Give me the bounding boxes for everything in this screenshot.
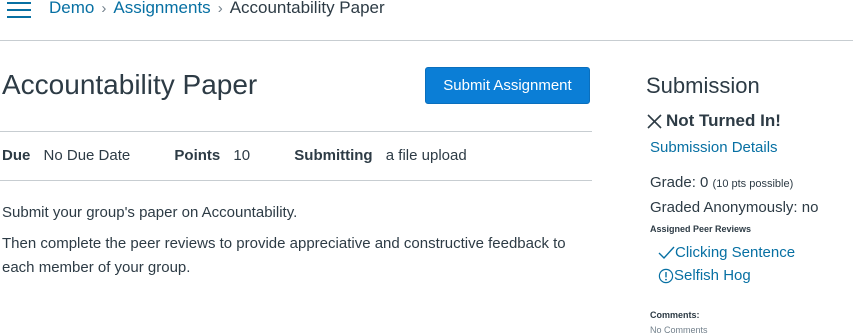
details-top-divider xyxy=(0,131,592,132)
breadcrumb-separator-icon: › xyxy=(217,0,223,17)
assignment-description: Submit your group's paper on Accountabil… xyxy=(2,201,602,287)
submission-details-link[interactable]: Submission Details xyxy=(650,138,853,158)
close-icon xyxy=(647,113,662,129)
checkmark-icon xyxy=(658,246,675,259)
due-label: Due xyxy=(2,147,31,164)
submit-assignment-button[interactable]: Submit Assignment xyxy=(425,67,590,104)
grade-line: Grade: 0 (10 pts possible) xyxy=(650,173,853,194)
peer-reviews-list: Clicking Sentence Selfish Hog xyxy=(658,241,853,287)
peer-review-link[interactable]: Selfish Hog xyxy=(674,264,751,287)
peer-review-link[interactable]: Clicking Sentence xyxy=(675,241,795,264)
peer-reviews-heading: Assigned Peer Reviews xyxy=(650,224,752,234)
graded-anonymously: Graded Anonymously: no xyxy=(650,199,819,216)
comments-heading: Comments: xyxy=(650,310,700,320)
comments-value: No Comments xyxy=(650,325,708,335)
hamburger-line xyxy=(7,16,31,18)
assignment-details: Due No Due Date Points 10 Submitting a f… xyxy=(2,146,467,166)
list-item: Selfish Hog xyxy=(658,264,853,287)
hamburger-menu-icon[interactable] xyxy=(7,2,31,20)
warning-circle-icon xyxy=(658,268,674,283)
details-bottom-divider xyxy=(0,180,592,181)
hamburger-line xyxy=(7,2,31,4)
submission-status: Not Turned In! xyxy=(646,110,853,132)
breadcrumb: Demo › Assignments › Accountability Paper xyxy=(49,0,385,20)
submission-heading: Submission xyxy=(646,73,760,98)
submitting-value: a file upload xyxy=(385,147,467,164)
status-text: Not Turned In! xyxy=(666,111,781,130)
points-label: Points xyxy=(174,147,221,164)
header-divider xyxy=(0,40,853,41)
list-item: Clicking Sentence xyxy=(658,241,853,264)
due-value: No Due Date xyxy=(43,147,131,164)
breadcrumb-course-link[interactable]: Demo xyxy=(49,0,94,17)
breadcrumb-current: Accountability Paper xyxy=(229,0,385,17)
grade-possible: (10 pts possible) xyxy=(712,178,794,190)
hamburger-line xyxy=(7,9,31,11)
description-paragraph: Submit your group's paper on Accountabil… xyxy=(2,204,298,221)
top-bar: Demo › Assignments › Accountability Paper xyxy=(0,0,853,40)
grade-value: Grade: 0 xyxy=(650,174,709,191)
points-value: 10 xyxy=(233,147,251,164)
submission-sidebar: Submission Not Turned In! Submission Det… xyxy=(646,72,853,287)
breadcrumb-separator-icon: › xyxy=(101,0,107,17)
submitting-label: Submitting xyxy=(294,147,373,164)
page-title: Accountability Paper xyxy=(2,69,258,100)
description-paragraph: Then complete the peer reviews to provid… xyxy=(2,235,566,276)
breadcrumb-assignments-link[interactable]: Assignments xyxy=(113,0,210,17)
